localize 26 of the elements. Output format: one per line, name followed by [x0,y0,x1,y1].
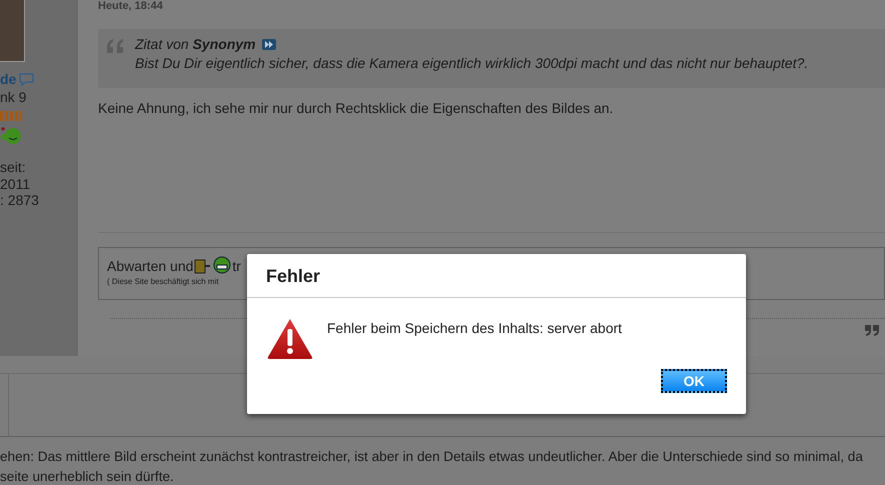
member-since-year: 2011 [0,176,32,192]
mug-icon [194,258,212,274]
jump-to-post-icon[interactable] [262,38,276,50]
smiley-icon [0,125,22,145]
username-link[interactable]: de [0,71,16,87]
quote-attribution: Zitat von Synonym [135,36,256,52]
signature-text-end: tr [232,258,241,274]
warning-icon [267,318,313,359]
quote-text: Bist Du Dir eigentlich sicher, dass die Kamera eigentlich wirklich 300dpi macht und das nicht nur behauptet?. [135,55,808,71]
post-timestamp: Heute, 18:44 [98,0,164,12]
signature-small-text: ( Diese Site beschäftigt sich mit [107,277,220,286]
grinning-face-icon [213,256,232,274]
post-text: Keine Ahnung, ich sehe mir nur durch Rechtsklick die Eigenschaften des Bildes an. [98,100,614,116]
quote-mark-icon [107,39,125,53]
dialog-title: Fehler [247,254,746,298]
post-count: : 2873 [0,192,39,208]
user-rank: nk 9 [0,89,26,105]
member-since-label: seit: [0,159,27,176]
article-text-line: seite unerheblich sein dürfte. [0,468,175,485]
rank-bars-icon [0,111,22,121]
avatar-photo-placeholder [0,0,25,62]
signature-text: Abwarten und [107,258,194,274]
quote-icon[interactable] [865,325,879,336]
ok-button[interactable]: OK [661,369,727,393]
error-message: Fehler beim Speichern des Inhalts: server abort [327,320,622,338]
article-text-line: ehen: Das mittlere Bild erscheint zunächst kontrastreicher, ist aber in den Details etwas undeutlicher. Aber die Unterschiede sind so minimal, da [0,448,864,466]
